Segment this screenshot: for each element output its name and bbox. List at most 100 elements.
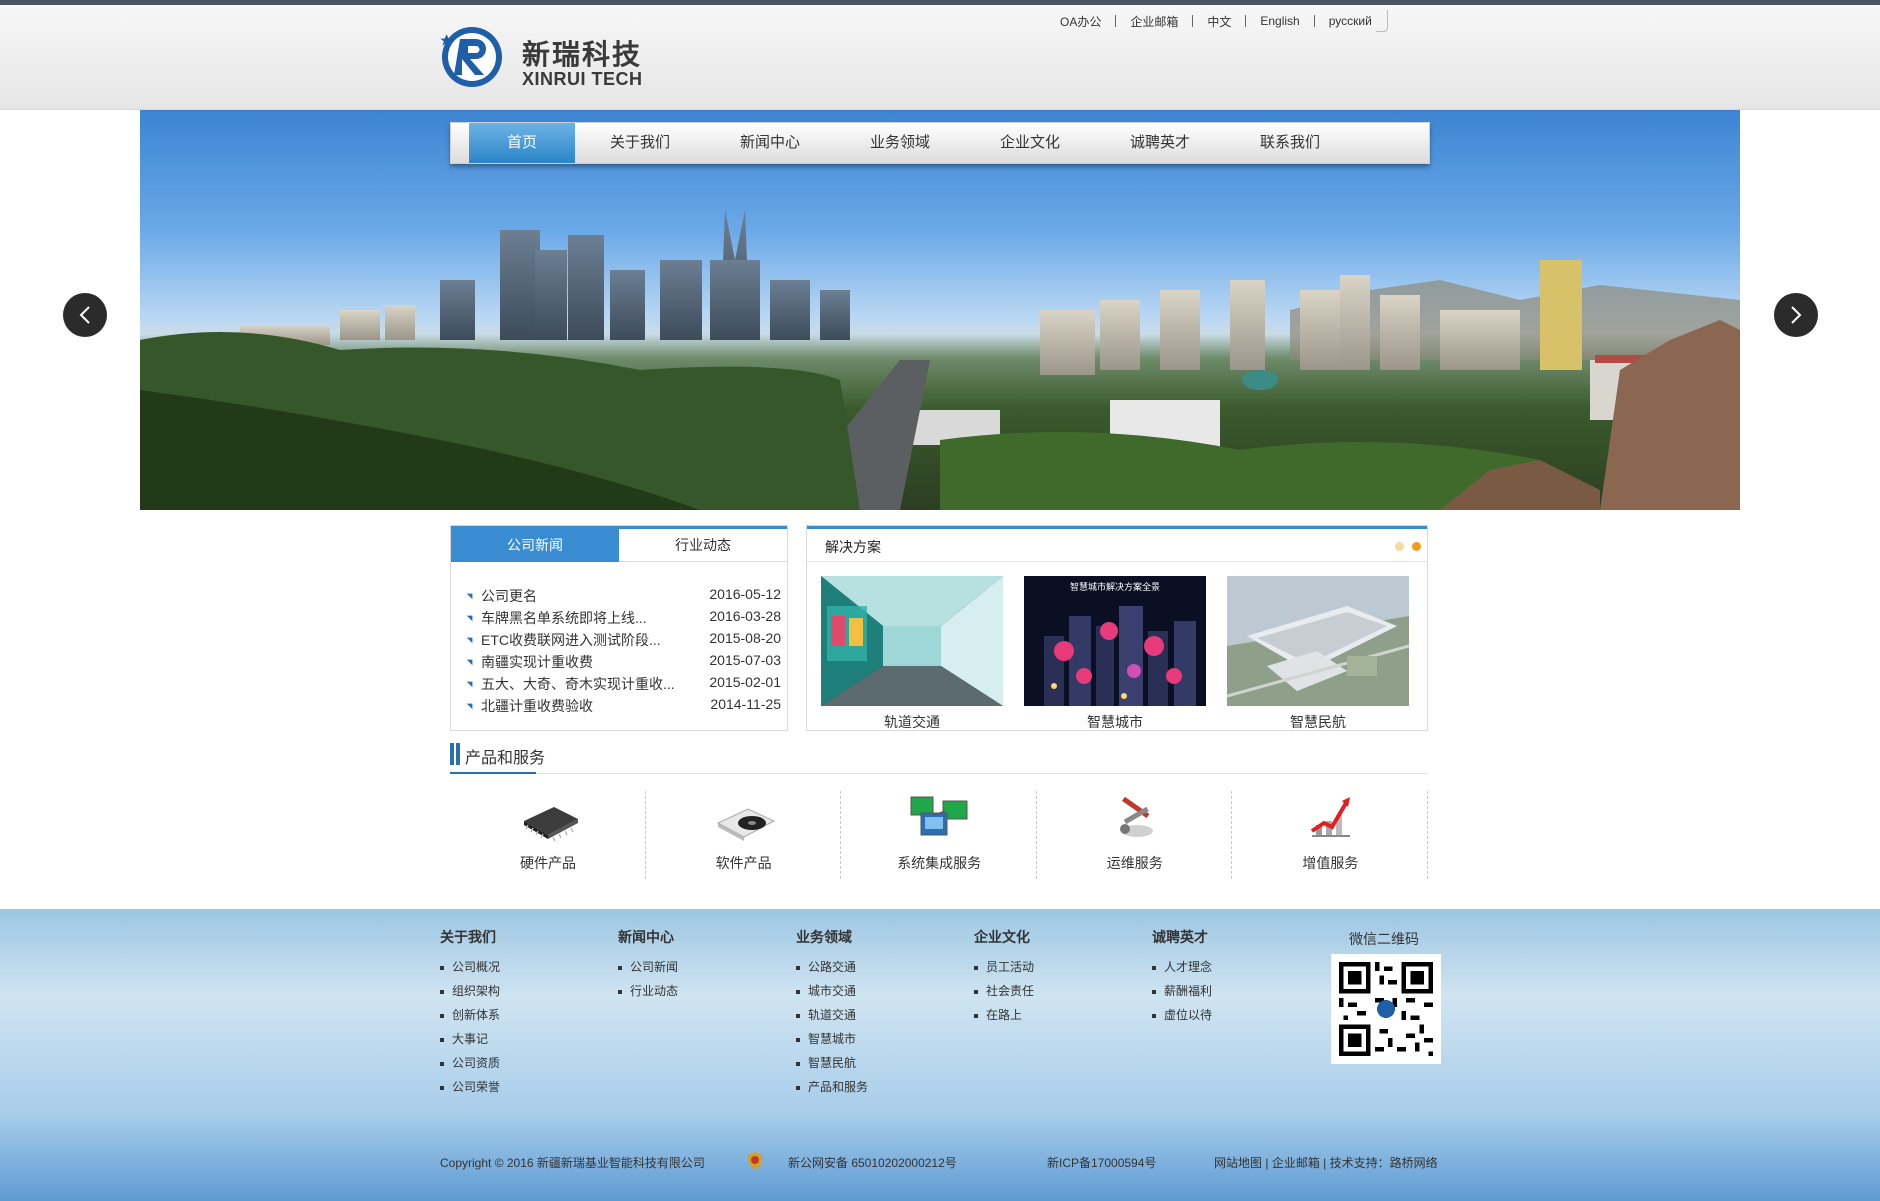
icp-record[interactable]: 新ICP备17000594号	[1047, 1154, 1156, 1171]
news-item[interactable]: ETC收费联网进入测试阶段... 2015-08-20	[466, 630, 781, 652]
solutions-pager	[1395, 542, 1421, 551]
news-title[interactable]: 车牌黑名单系统即将上线...	[481, 608, 701, 630]
product-hardware[interactable]: 硬件产品	[450, 791, 646, 879]
solution-smart-city[interactable]: 智慧城市解决方案全景 智慧城市	[1024, 576, 1206, 730]
separator	[1245, 15, 1247, 27]
pager-dot[interactable]	[1395, 542, 1404, 551]
footer-col-news: 新闻中心 公司新闻 行业动态	[618, 927, 678, 1003]
tab-company-news[interactable]: 公司新闻	[451, 529, 619, 562]
link-sitemap[interactable]: 网站地图	[1214, 1156, 1262, 1170]
product-software[interactable]: 软件产品	[646, 791, 842, 879]
section-bar	[450, 743, 454, 765]
top-link-english[interactable]: English	[1260, 14, 1299, 28]
product-label: 硬件产品	[520, 855, 576, 871]
solution-label: 轨道交通	[884, 714, 940, 730]
footer-col-title: 新闻中心	[618, 929, 674, 945]
footer-link[interactable]: 公司荣誉	[440, 1075, 500, 1099]
footer-link[interactable]: 创新体系	[440, 1003, 500, 1027]
copyright: Copyright © 2016 新疆新瑞基业智能科技有限公司	[440, 1156, 705, 1170]
footer-link[interactable]: 人才理念	[1152, 955, 1212, 979]
news-date: 2016-03-28	[709, 608, 781, 624]
banner-next-button[interactable]	[1774, 293, 1818, 337]
footer-col-careers: 诚聘英才 人才理念 薪酬福利 虚位以待	[1152, 927, 1212, 1027]
top-link-mail[interactable]: 企业邮箱	[1130, 13, 1178, 30]
footer-col-title: 诚聘英才	[1152, 929, 1208, 945]
footer-link[interactable]: 公司新闻	[618, 955, 678, 979]
nav-item-careers[interactable]: 诚聘英才	[1095, 123, 1225, 163]
top-link-chinese[interactable]: 中文	[1207, 13, 1231, 30]
rail-transit-image	[821, 576, 1003, 706]
top-links: OA办公 企业邮箱 中文 English русский	[1060, 10, 1388, 32]
footer-link[interactable]: 公路交通	[796, 955, 868, 979]
section-underline	[450, 772, 536, 774]
footer-link[interactable]: 员工活动	[974, 955, 1034, 979]
product-label: 运维服务	[1106, 855, 1163, 871]
products-list: 硬件产品 软件产品 系统集成服务 运维服务 增值服务	[450, 791, 1428, 879]
footer-link[interactable]: 组织架构	[440, 979, 500, 1003]
banner-slider[interactable]	[140, 110, 1740, 510]
footer-col-about: 关于我们 公司概况 组织架构 创新体系 大事记 公司资质 公司荣誉	[440, 927, 500, 1099]
tab-industry-news[interactable]: 行业动态	[619, 529, 787, 562]
nav-item-business[interactable]: 业务领域	[835, 123, 965, 163]
footer: 关于我们 公司概况 组织架构 创新体系 大事记 公司资质 公司荣誉 新闻中心 公…	[0, 909, 1880, 1201]
main-nav: 首页 关于我们 新闻中心 业务领域 企业文化 诚聘英才 联系我们	[450, 122, 1430, 164]
footer-link[interactable]: 社会责任	[974, 979, 1034, 1003]
banner-prev-button[interactable]	[63, 293, 107, 337]
bullet-icon	[466, 634, 476, 644]
footer-link[interactable]: 在路上	[974, 1003, 1034, 1027]
news-date: 2015-07-03	[709, 652, 781, 668]
news-list: 公司更名 2016-05-12 车牌黑名单系统即将上线... 2016-03-28 …	[466, 586, 781, 718]
news-title[interactable]: 公司更名	[481, 586, 701, 608]
footer-link[interactable]: 智慧民航	[796, 1051, 868, 1075]
footer-link[interactable]: 城市交通	[796, 979, 868, 1003]
product-value-added[interactable]: 增值服务	[1232, 791, 1428, 879]
news-item[interactable]: 五大、大奇、奇木实现计重收... 2015-02-01	[466, 674, 781, 696]
bullet-icon	[466, 612, 476, 622]
news-title[interactable]: 北疆计重收费验收	[481, 696, 701, 718]
nav-item-news[interactable]: 新闻中心	[705, 123, 835, 163]
header: 新瑞科技 XINRUI TECH OA办公 企业邮箱 中文 English ру…	[0, 5, 1880, 110]
footer-link[interactable]: 行业动态	[618, 979, 678, 1003]
news-title[interactable]: ETC收费联网进入测试阶段...	[481, 630, 701, 652]
solution-rail-transit[interactable]: 轨道交通	[821, 576, 1003, 730]
smart-aviation-image	[1226, 576, 1410, 706]
tab-end	[1375, 10, 1388, 32]
footer-link[interactable]: 薪酬福利	[1152, 979, 1212, 1003]
product-integration[interactable]: 系统集成服务	[841, 791, 1037, 879]
footer-link[interactable]: 产品和服务	[796, 1075, 868, 1099]
footer-link[interactable]: 大事记	[440, 1027, 500, 1051]
news-item[interactable]: 公司更名 2016-05-12	[466, 586, 781, 608]
bullet-icon	[466, 678, 476, 688]
police-badge-icon	[748, 1152, 762, 1170]
logo[interactable]: 新瑞科技 XINRUI TECH	[440, 25, 670, 95]
footer-col-title: 关于我们	[440, 929, 496, 945]
news-item[interactable]: 车牌黑名单系统即将上线... 2016-03-28	[466, 608, 781, 630]
footer-link[interactable]: 公司概况	[440, 955, 500, 979]
nav-item-contact[interactable]: 联系我们	[1225, 123, 1355, 163]
link-support[interactable]: 技术支持：路桥网络	[1330, 1156, 1438, 1170]
solutions-header: 解决方案	[807, 526, 1427, 562]
news-item[interactable]: 北疆计重收费验收 2014-11-25	[466, 696, 781, 718]
footer-link[interactable]: 智慧城市	[796, 1027, 868, 1051]
top-link-oa[interactable]: OA办公	[1060, 13, 1101, 30]
pager-dot-active[interactable]	[1412, 542, 1421, 551]
solution-smart-aviation[interactable]: 智慧民航	[1226, 576, 1410, 730]
footer-link[interactable]: 公司资质	[440, 1051, 500, 1075]
news-title[interactable]: 五大、大奇、奇木实现计重收...	[481, 674, 701, 696]
product-maintenance[interactable]: 运维服务	[1037, 791, 1233, 879]
nav-item-home[interactable]: 首页	[469, 123, 575, 163]
nav-item-culture[interactable]: 企业文化	[965, 123, 1095, 163]
top-link-russian[interactable]: русский	[1329, 14, 1372, 28]
solutions-title: 解决方案	[825, 539, 881, 555]
nav-item-about[interactable]: 关于我们	[575, 123, 705, 163]
chip-icon	[524, 807, 578, 842]
footer-link[interactable]: 虚位以待	[1152, 1003, 1212, 1027]
link-mail[interactable]: 企业邮箱	[1272, 1156, 1320, 1170]
smart-city-image: 智慧城市解决方案全景	[1024, 576, 1206, 706]
news-title[interactable]: 南疆实现计重收费	[481, 652, 701, 674]
news-item[interactable]: 南疆实现计重收费 2015-07-03	[466, 652, 781, 674]
footer-link[interactable]: 轨道交通	[796, 1003, 868, 1027]
solutions-panel: 解决方案 轨道交通 智慧城市解决方案全景 智慧城市 智慧民航	[806, 525, 1428, 731]
bullet-icon	[466, 700, 476, 710]
police-record[interactable]: 新公网安备 65010202000212号	[788, 1154, 957, 1171]
